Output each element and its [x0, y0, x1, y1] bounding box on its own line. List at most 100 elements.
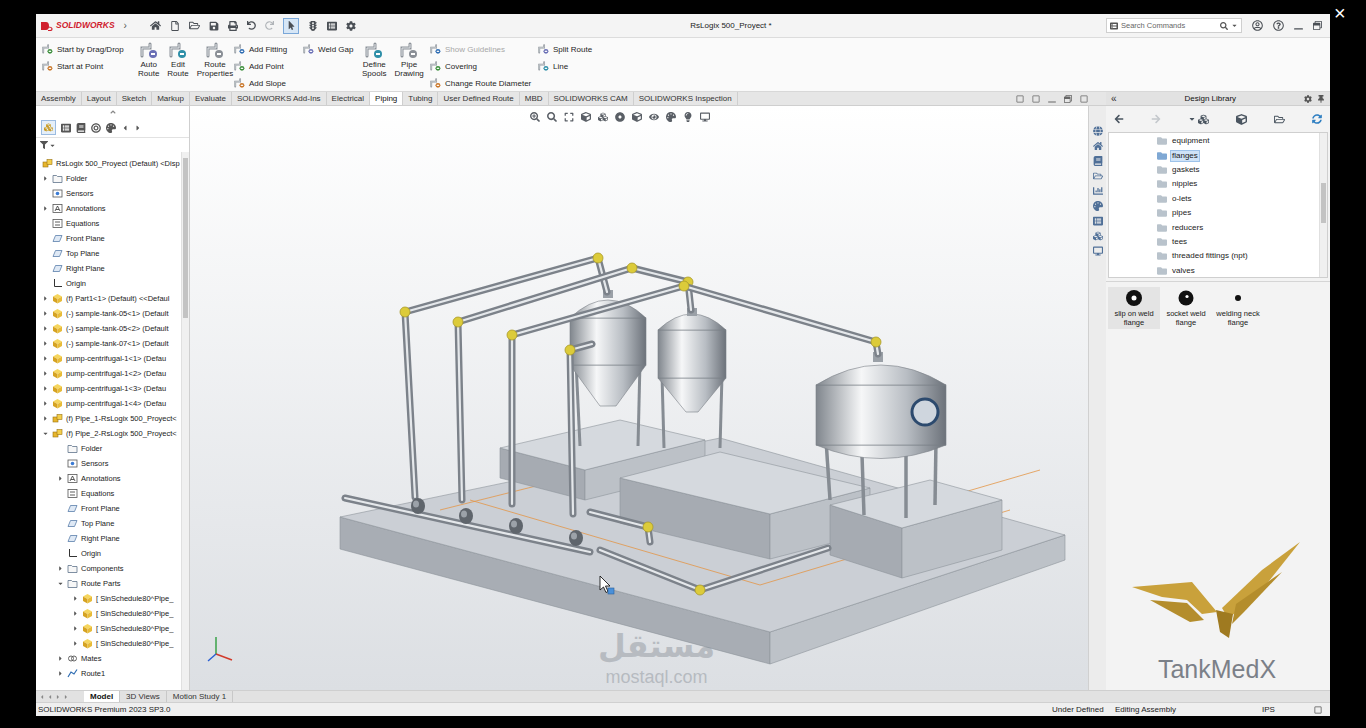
expand-arrow-icon[interactable]	[42, 355, 49, 362]
command-tab[interactable]: User Defined Route	[438, 92, 519, 105]
resources-icon[interactable]	[1093, 126, 1103, 136]
elbow[interactable]	[871, 337, 881, 347]
model-scene[interactable]	[190, 106, 1088, 690]
tree-item[interactable]: [ SinSchedule80^Pipe_	[36, 636, 181, 651]
ribbon-large-button[interactable]: Route Properties	[197, 41, 233, 78]
ribbon-button[interactable]: Split Route	[538, 41, 618, 58]
unit-system[interactable]: IPS	[1262, 704, 1314, 716]
elbow[interactable]	[593, 253, 603, 263]
minimize-icon[interactable]	[1294, 21, 1303, 30]
tree-item[interactable]: (f) Part1<1> (Default) <<Defaul	[36, 291, 181, 306]
tree-item[interactable]: Components	[36, 561, 181, 576]
ribbon-button[interactable]: Add Slope	[234, 75, 303, 92]
tree-item[interactable]: Sensors	[36, 186, 181, 201]
command-tab[interactable]: Tubing	[403, 92, 438, 105]
hide-show-icon[interactable]	[649, 112, 659, 122]
solidworks-forum-icon[interactable]	[1093, 231, 1103, 241]
expand-arrow-icon[interactable]	[57, 655, 64, 662]
library-folder[interactable]: flanges	[1109, 148, 1319, 162]
pin-icon[interactable]	[1317, 95, 1325, 103]
command-tab[interactable]: Piping	[370, 92, 403, 105]
ribbon-large-button[interactable]: Define Spools	[362, 41, 386, 78]
tree-item[interactable]: (-) sample-tank-05<1> (Default	[36, 306, 181, 321]
options-icon[interactable]	[346, 21, 356, 31]
ribbon-button[interactable]: Start at Point	[42, 58, 138, 75]
tank[interactable]	[816, 352, 946, 518]
command-tab[interactable]: SOLIDWORKS CAM	[549, 92, 634, 105]
library-folder[interactable]: gaskets	[1109, 163, 1319, 177]
tree-item[interactable]: (f) Pipe_2-RsLogix 500_Proyect<	[36, 426, 181, 441]
collapse-arrow-icon[interactable]	[57, 580, 64, 587]
display-style-icon[interactable]	[632, 112, 642, 122]
next-tab-icon[interactable]	[55, 694, 61, 700]
scene-icon[interactable]	[683, 112, 693, 122]
bottom-tab[interactable]: 3D Views	[120, 691, 167, 702]
panel-options-icon[interactable]	[1304, 95, 1312, 103]
app-logo[interactable]: SOLIDWORKS›	[36, 21, 140, 31]
library-item[interactable]: slip on weld flange	[1108, 287, 1160, 329]
scroll-left-icon[interactable]	[121, 124, 129, 132]
save-icon[interactable]	[209, 21, 219, 31]
last-tab-icon[interactable]	[63, 694, 69, 700]
tree-item[interactable]: Front Plane	[36, 231, 181, 246]
elbow[interactable]	[679, 281, 689, 291]
tree-item[interactable]: Equations	[36, 486, 181, 501]
library-item[interactable]: socket weld flange	[1160, 287, 1212, 329]
tree-item[interactable]: [ SinSchedule80^Pipe_	[36, 591, 181, 606]
elbow[interactable]	[453, 317, 463, 327]
bottom-tab[interactable]: Motion Study 1	[167, 691, 233, 702]
tree-item[interactable]: Equations	[36, 216, 181, 231]
ribbon-button[interactable]: Weld Gap	[303, 41, 362, 58]
dimxpert-icon[interactable]	[91, 123, 101, 133]
design-library-icon[interactable]	[1093, 156, 1103, 166]
scroll-right-icon[interactable]	[134, 124, 142, 132]
library-folder[interactable]: valves	[1109, 264, 1319, 277]
tree-item[interactable]: Origin	[36, 276, 181, 291]
viewport-close-icon[interactable]	[1080, 95, 1088, 103]
open-file-icon[interactable]	[189, 20, 200, 31]
tree-filter[interactable]	[36, 138, 189, 152]
pump[interactable]	[411, 498, 425, 514]
elbow[interactable]	[507, 330, 517, 340]
tree-item[interactable]: (-) sample-tank-07<1> (Default	[36, 336, 181, 351]
expand-arrow-icon[interactable]	[57, 565, 64, 572]
dynamic-annotation-icon[interactable]	[598, 112, 608, 122]
split-icon[interactable]	[1032, 95, 1040, 103]
forward-icon[interactable]	[1151, 114, 1161, 124]
pipe[interactable]	[345, 498, 590, 552]
tree-item[interactable]: Top Plane	[36, 246, 181, 261]
library-folder[interactable]: reducers	[1109, 220, 1319, 234]
select-tool-button[interactable]	[283, 18, 299, 34]
pipe[interactable]	[590, 512, 653, 542]
tree-item[interactable]: RsLogix 500_Proyect (Default) <Disp	[36, 156, 181, 171]
new-file-icon[interactable]	[170, 21, 180, 31]
tree-item[interactable]: Annotations	[36, 471, 181, 486]
library-folder[interactable]: o-lets	[1109, 192, 1319, 206]
pipe[interactable]	[565, 344, 592, 514]
ribbon-large-button[interactable]: Edit Route	[167, 41, 188, 78]
expand-arrow-icon[interactable]	[72, 625, 79, 632]
appearance-icon[interactable]	[666, 112, 676, 122]
pipe[interactable]	[400, 253, 607, 497]
expand-arrow-icon[interactable]	[42, 205, 49, 212]
ribbon-large-button[interactable]: Pipe Drawing	[394, 41, 423, 78]
command-tab[interactable]: Markup	[152, 92, 190, 105]
view-settings-icon[interactable]	[700, 112, 710, 122]
status-options-icon[interactable]	[1314, 706, 1322, 714]
tree-item[interactable]: Folder	[36, 441, 181, 456]
pipe[interactable]	[507, 281, 881, 504]
command-tab[interactable]: Sketch	[117, 92, 152, 105]
ribbon-button[interactable]: Add Fitting	[234, 41, 303, 58]
viewport-minimize-icon[interactable]	[1048, 95, 1056, 103]
file-explorer-icon[interactable]	[1093, 171, 1103, 181]
tank[interactable]	[658, 308, 726, 448]
expand-arrow-icon[interactable]	[42, 370, 49, 377]
restore-icon[interactable]	[1313, 21, 1322, 30]
tree-item[interactable]: Sensors	[36, 456, 181, 471]
view-orientation-icon[interactable]	[615, 112, 625, 122]
elbow[interactable]	[695, 585, 705, 595]
search-box[interactable]: Search Commands	[1106, 18, 1242, 33]
ribbon-button[interactable]: Show Guidelines	[430, 41, 538, 58]
player-close-button[interactable]: ×	[1334, 2, 1346, 24]
tree-item[interactable]: [ SinSchedule80^Pipe_	[36, 606, 181, 621]
